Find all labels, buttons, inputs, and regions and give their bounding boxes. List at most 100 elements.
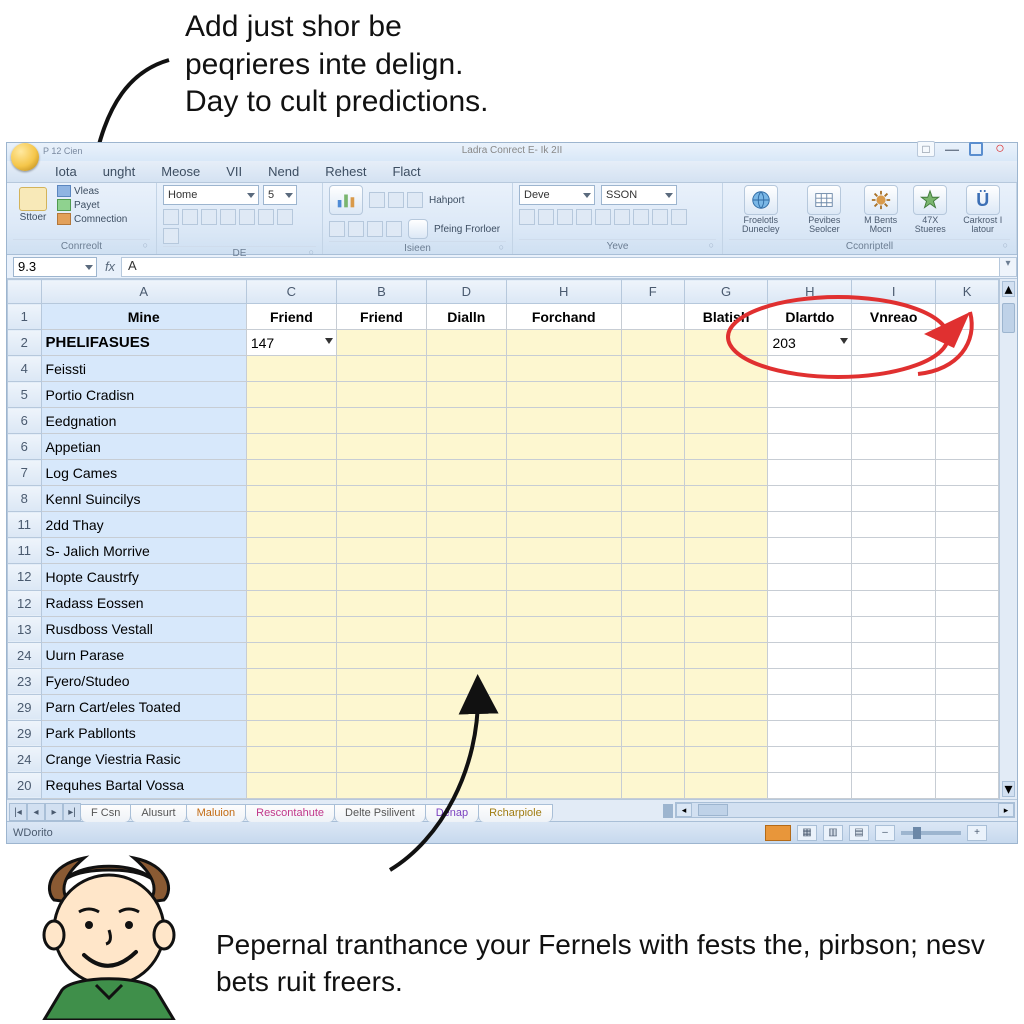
- row-header[interactable]: 24: [8, 746, 42, 772]
- col-header[interactable]: I: [852, 280, 936, 304]
- cell-dropdown[interactable]: 147: [246, 330, 336, 356]
- row-header[interactable]: 4: [8, 356, 42, 382]
- row-header[interactable]: 11: [8, 538, 42, 564]
- cell[interactable]: [852, 382, 936, 408]
- cell[interactable]: Appetian: [41, 434, 246, 460]
- shrink-font-button[interactable]: [163, 228, 179, 244]
- cell[interactable]: Park Pabllonts: [41, 720, 246, 746]
- font-size-select[interactable]: 5: [263, 185, 297, 205]
- cell[interactable]: [768, 512, 852, 538]
- cell[interactable]: [426, 694, 506, 720]
- cell[interactable]: [852, 720, 936, 746]
- cell[interactable]: [936, 460, 999, 486]
- cell[interactable]: [426, 356, 506, 382]
- view-pagebreak-button[interactable]: ▤: [849, 825, 869, 841]
- cell[interactable]: [936, 564, 999, 590]
- ribbon-label-hahport[interactable]: Hahport: [429, 195, 465, 206]
- cell[interactable]: [506, 538, 621, 564]
- ribbon-small-vleas[interactable]: Vleas: [57, 185, 127, 197]
- cell[interactable]: [768, 486, 852, 512]
- cell[interactable]: [246, 616, 336, 642]
- row-header[interactable]: 23: [8, 668, 42, 694]
- cell[interactable]: [621, 590, 684, 616]
- cell[interactable]: [336, 642, 426, 668]
- cell[interactable]: [684, 616, 768, 642]
- underline-button[interactable]: [201, 209, 217, 225]
- cell[interactable]: [684, 356, 768, 382]
- window-minimize-button[interactable]: ―: [943, 141, 961, 157]
- row-header[interactable]: 5: [8, 382, 42, 408]
- cell[interactable]: [336, 772, 426, 798]
- cell[interactable]: [621, 330, 684, 356]
- ribbon-big-button-store[interactable]: Sttoer: [13, 185, 53, 225]
- cell[interactable]: [426, 616, 506, 642]
- cell[interactable]: [246, 356, 336, 382]
- cell[interactable]: [621, 382, 684, 408]
- cell[interactable]: [936, 512, 999, 538]
- cell[interactable]: Vnreao: [852, 304, 936, 330]
- ribbon-button-47x[interactable]: 47X Stueres: [909, 185, 951, 234]
- cell[interactable]: [936, 694, 999, 720]
- decrease-decimal-icon[interactable]: [595, 209, 611, 225]
- cell[interactable]: [852, 434, 936, 460]
- cell[interactable]: [684, 486, 768, 512]
- cell[interactable]: [426, 512, 506, 538]
- cell[interactable]: [936, 642, 999, 668]
- formula-expand-button[interactable]: ▾: [999, 257, 1017, 277]
- cell[interactable]: [426, 538, 506, 564]
- fx-button[interactable]: fx: [99, 259, 121, 274]
- sheet-nav-first[interactable]: |◂: [9, 803, 27, 821]
- cell[interactable]: [684, 512, 768, 538]
- view-normal-button[interactable]: ▦: [797, 825, 817, 841]
- cell[interactable]: [506, 590, 621, 616]
- col-header[interactable]: K: [936, 280, 999, 304]
- sheet-tab[interactable]: F Csn: [80, 804, 131, 822]
- cell[interactable]: [426, 460, 506, 486]
- col-header[interactable]: G: [684, 280, 768, 304]
- cell[interactable]: [246, 590, 336, 616]
- ribbon-tab-3[interactable]: VII: [222, 162, 246, 182]
- grow-font-button[interactable]: [277, 209, 293, 225]
- orientation-icon[interactable]: [671, 209, 687, 225]
- cell[interactable]: [246, 434, 336, 460]
- cell-dropdown[interactable]: 203: [768, 330, 852, 356]
- cell[interactable]: [426, 642, 506, 668]
- row-header[interactable]: 29: [8, 720, 42, 746]
- cell[interactable]: [336, 694, 426, 720]
- cell[interactable]: [936, 616, 999, 642]
- zoom-slider[interactable]: [901, 831, 961, 835]
- border-button[interactable]: [220, 209, 236, 225]
- italic-button[interactable]: [182, 209, 198, 225]
- cell[interactable]: [852, 642, 936, 668]
- cell[interactable]: [936, 330, 999, 356]
- cell[interactable]: [852, 746, 936, 772]
- cell[interactable]: Eedgnation: [41, 408, 246, 434]
- row-header[interactable]: 11: [8, 512, 42, 538]
- name-box[interactable]: 9.3: [13, 257, 97, 277]
- cell[interactable]: [336, 408, 426, 434]
- cell[interactable]: [426, 720, 506, 746]
- cell[interactable]: [852, 538, 936, 564]
- cell[interactable]: [506, 408, 621, 434]
- cell[interactable]: [506, 772, 621, 798]
- cell[interactable]: [621, 642, 684, 668]
- col-header[interactable]: A: [41, 280, 246, 304]
- cell[interactable]: [852, 590, 936, 616]
- cell[interactable]: [246, 720, 336, 746]
- cell[interactable]: [621, 434, 684, 460]
- cell[interactable]: [621, 746, 684, 772]
- picture-icon[interactable]: [388, 192, 404, 208]
- shape-icon[interactable]: [369, 192, 385, 208]
- ribbon-tab-4[interactable]: Nend: [264, 162, 303, 182]
- cell[interactable]: [768, 434, 852, 460]
- cell[interactable]: [936, 538, 999, 564]
- row-header[interactable]: 20: [8, 772, 42, 798]
- cell[interactable]: [852, 330, 936, 356]
- cell[interactable]: [936, 746, 999, 772]
- cell[interactable]: Friend: [246, 304, 336, 330]
- col-header[interactable]: C: [246, 280, 336, 304]
- percent-icon[interactable]: [538, 209, 554, 225]
- ribbon-button-carkrost[interactable]: Ü Carkrost I latour: [955, 185, 1010, 234]
- cell[interactable]: [768, 408, 852, 434]
- cell[interactable]: [936, 668, 999, 694]
